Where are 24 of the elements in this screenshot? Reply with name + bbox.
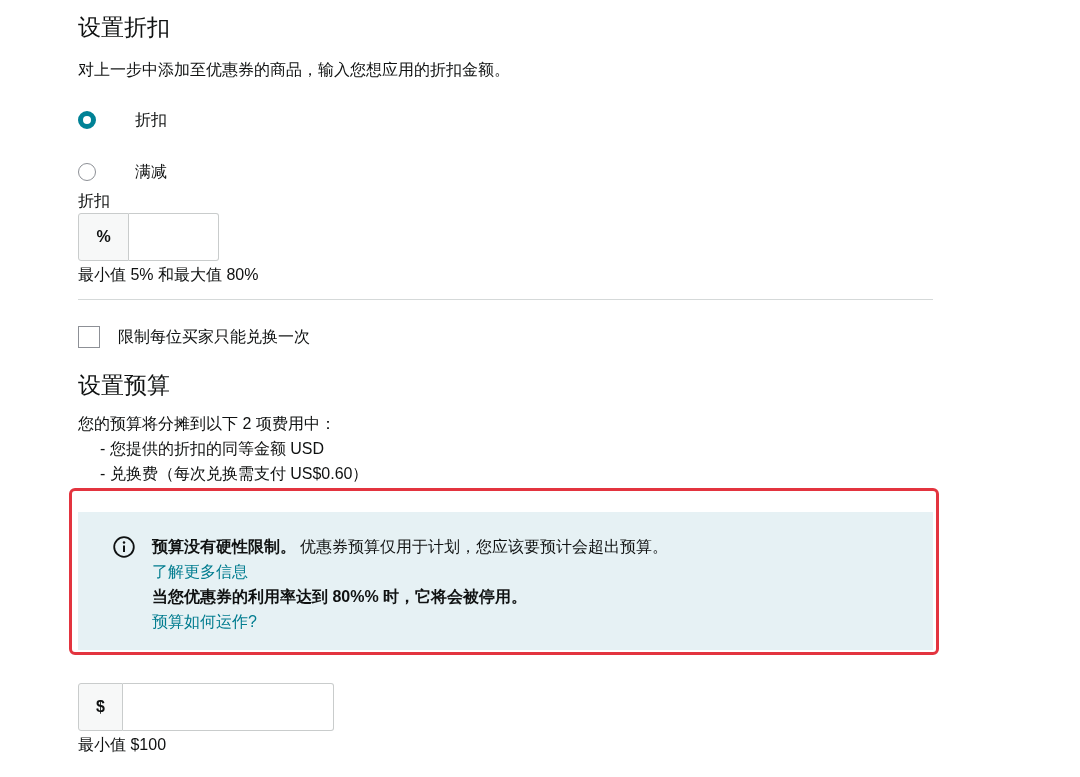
section-description: 对上一步中添加至优惠券的商品，输入您想应用的折扣金额。: [78, 60, 511, 80]
radio-label: 满减: [135, 162, 167, 182]
help-link[interactable]: 了解更多信息: [152, 563, 248, 580]
field-hint: 最小值 5% 和最大值 80%: [78, 265, 260, 285]
budget-item: - 兑换费（每次兑换需支付 US$0.60）: [99, 464, 370, 484]
help-link[interactable]: 预算如何运作?: [152, 613, 257, 630]
section-title: 设置折扣: [78, 13, 171, 42]
currency-prefix: $: [78, 683, 123, 731]
checkbox[interactable]: [78, 326, 100, 348]
discount-input[interactable]: [129, 213, 219, 261]
percent-prefix: %: [78, 213, 129, 261]
radio-button[interactable]: [78, 163, 96, 181]
section-title: 设置预算: [78, 371, 171, 400]
budget-item: - 您提供的折扣的同等金额 USD: [99, 439, 325, 459]
field-hint: 最小值 $100: [78, 735, 168, 755]
alert-warning: 当您优惠券的利用率达到 80%% 时，它将会被停用。: [152, 587, 529, 607]
info-icon: [113, 536, 135, 558]
checkbox-label: 限制每位买家只能兑换一次: [118, 327, 310, 347]
alert-message: 预算没有硬性限制。 优惠券预算仅用于计划，您应该要预计会超出预算。: [152, 537, 669, 557]
budget-intro: 您的预算将分摊到以下 2 项费用中：: [78, 414, 337, 434]
budget-input[interactable]: [123, 683, 334, 731]
radio-button[interactable]: [78, 111, 96, 129]
field-label: 折扣: [78, 191, 111, 211]
radio-label: 折扣: [135, 110, 167, 130]
